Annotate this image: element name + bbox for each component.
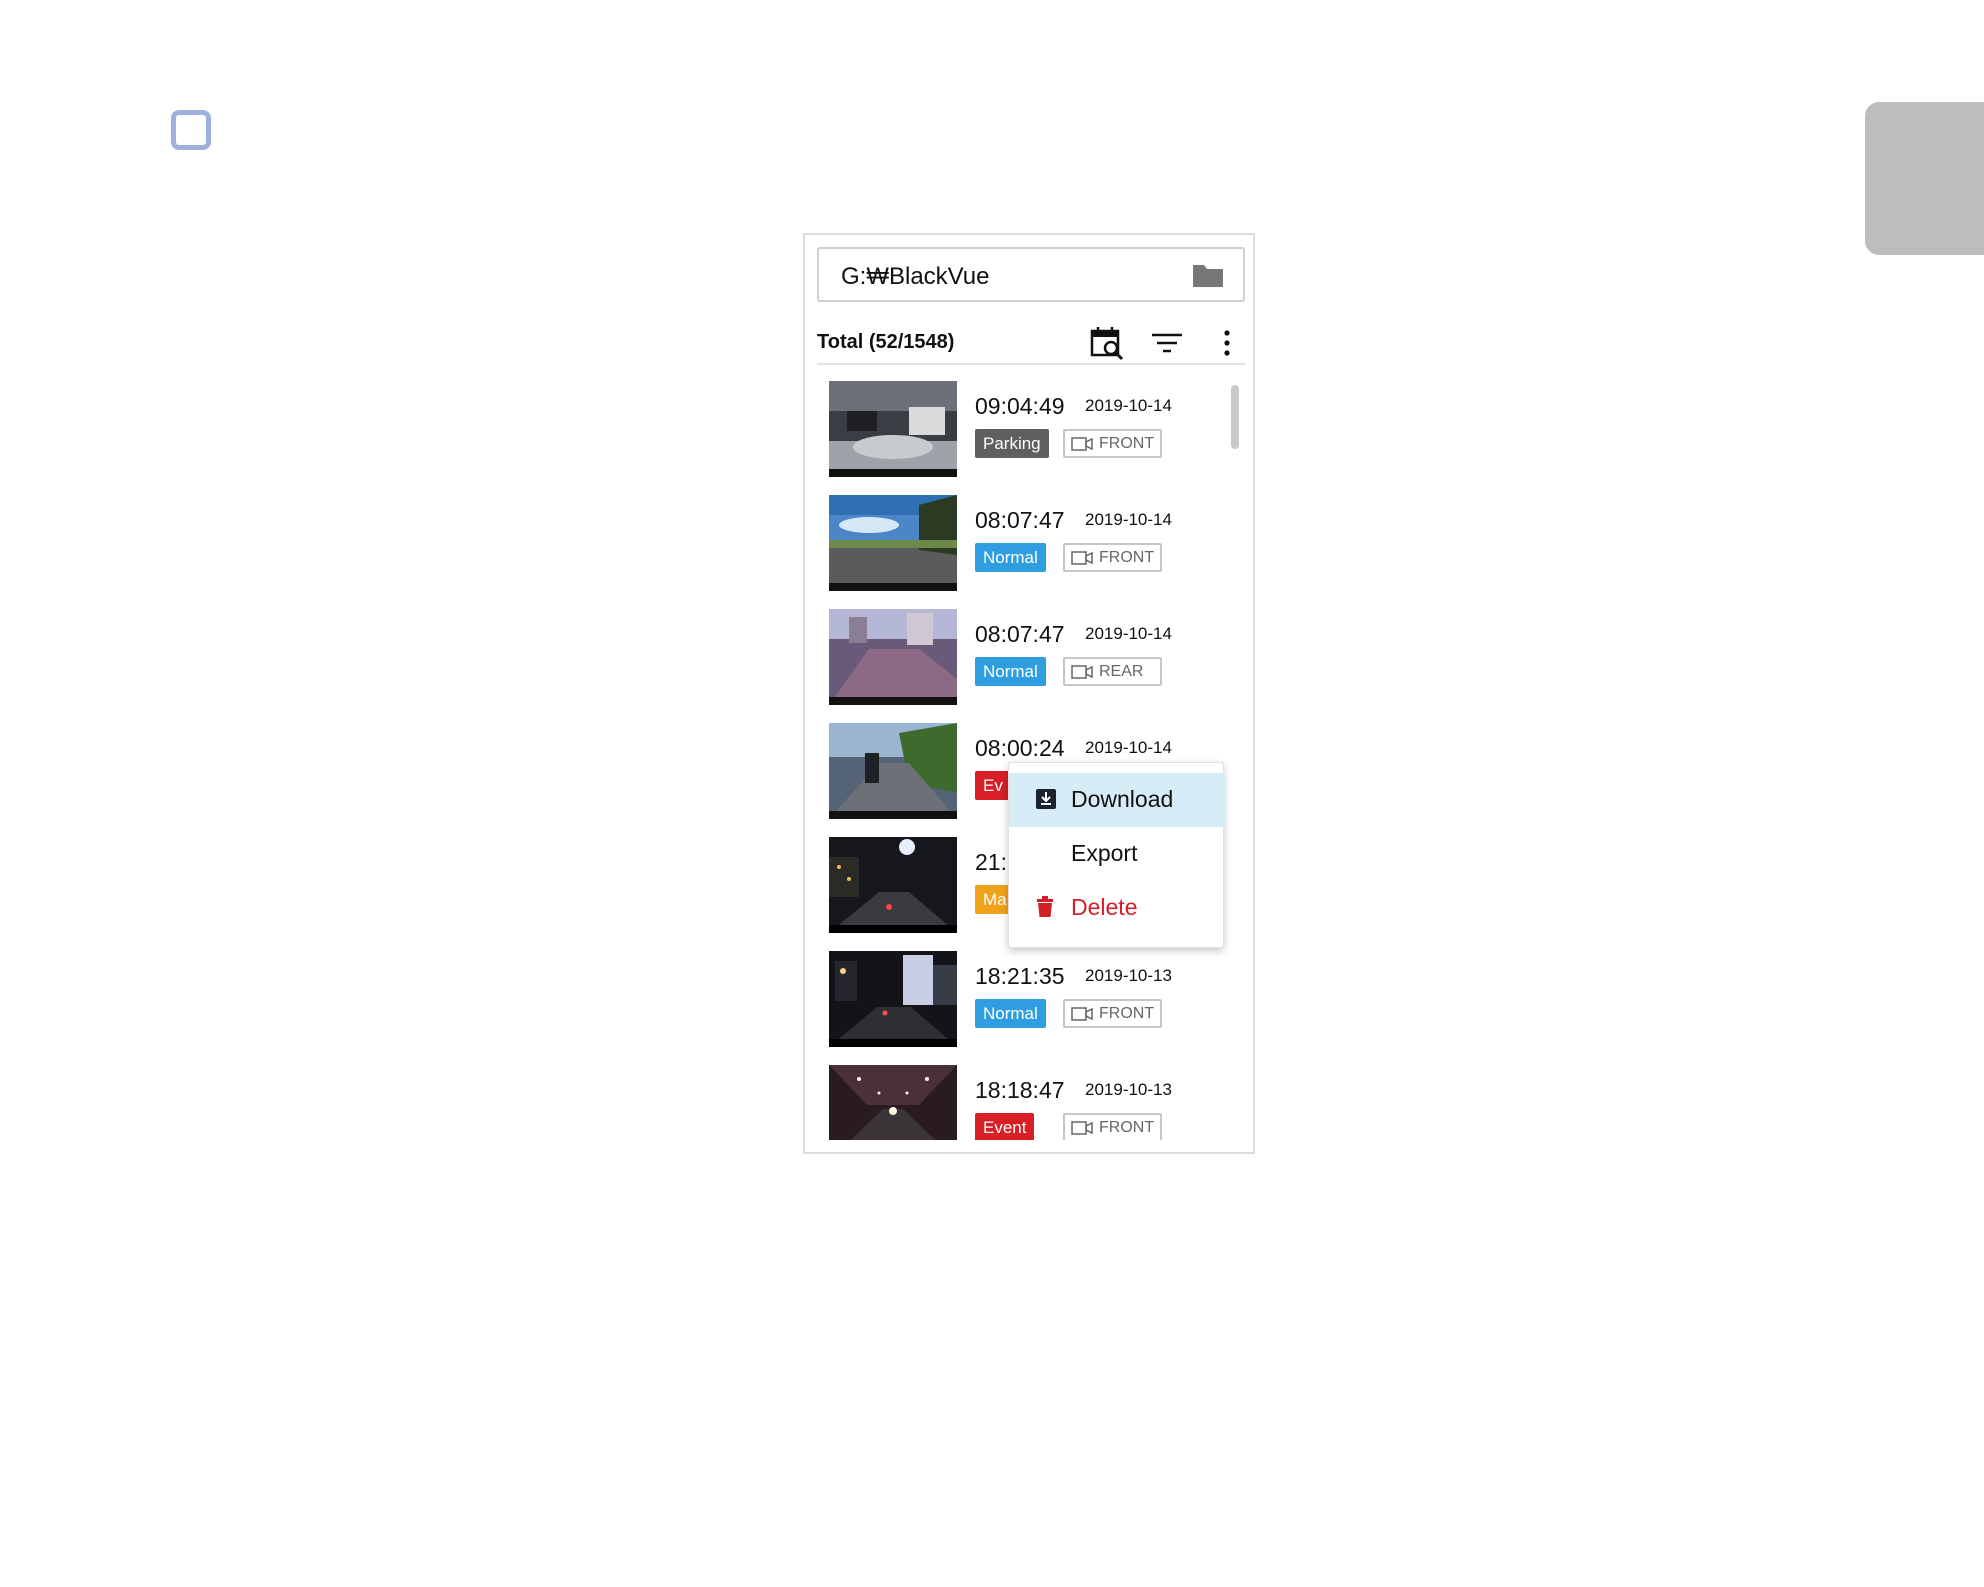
record-date: 2019-10-14 <box>1085 738 1172 757</box>
type-badge: Parking <box>975 429 1049 458</box>
calendar-search-icon[interactable] <box>1089 325 1125 361</box>
record-date: 2019-10-14 <box>1085 624 1172 643</box>
camera-tag: FRONT <box>1063 1113 1162 1140</box>
record-time: 18:18:47 <box>975 1077 1065 1103</box>
download-menu-item[interactable]: Download <box>1009 773 1225 827</box>
camera-label: FRONT <box>1099 435 1155 452</box>
video-thumbnail <box>829 381 957 477</box>
scrollbar-thumb[interactable] <box>1231 385 1239 449</box>
list-item[interactable]: 18:21:35 2019-10-13 Normal FRONT <box>817 945 1227 1047</box>
camera-label: FRONT <box>1099 549 1155 566</box>
record-date: 2019-10-13 <box>1085 966 1172 985</box>
export-menu-item[interactable]: Export <box>1009 827 1225 881</box>
type-badge: Ev <box>975 771 1011 800</box>
camera-icon <box>1071 551 1093 565</box>
video-thumbnail <box>829 723 957 819</box>
more-options-icon[interactable] <box>1209 325 1245 361</box>
camera-tag: REAR <box>1063 657 1162 686</box>
record-date: 2019-10-14 <box>1085 510 1172 529</box>
record-date: 2019-10-14 <box>1085 396 1172 415</box>
recording-list: 09:04:49 2019-10-14 Parking FRONT 08:07:… <box>817 375 1227 1140</box>
download-label: Download <box>1071 786 1174 812</box>
record-time: 18:21:35 <box>975 963 1065 989</box>
video-thumbnail <box>829 609 957 705</box>
record-time: 08:07:47 <box>975 621 1065 647</box>
record-time: 09:04:49 <box>975 393 1065 419</box>
record-time: 08:00:24 <box>975 735 1065 761</box>
trash-icon <box>1037 896 1053 917</box>
list-item[interactable]: 18:18:47 2019-10-13 Event FRONT <box>817 1059 1227 1140</box>
camera-icon <box>1071 1121 1093 1135</box>
camera-label: FRONT <box>1099 1119 1155 1136</box>
camera-icon <box>1071 437 1093 451</box>
side-tab <box>1865 102 1984 255</box>
list-item[interactable]: 08:07:47 2019-10-14 Normal REAR <box>817 603 1227 705</box>
camera-label: FRONT <box>1099 1005 1155 1022</box>
record-date: 2019-10-13 <box>1085 1080 1172 1099</box>
camera-tag: FRONT <box>1063 999 1162 1028</box>
folder-icon[interactable] <box>1191 261 1225 289</box>
export-label: Export <box>1071 840 1138 866</box>
video-thumbnail <box>829 1065 957 1140</box>
video-thumbnail <box>829 951 957 1047</box>
list-toolbar: Total (52/1548) <box>817 321 1245 365</box>
type-badge: Normal <box>975 543 1046 572</box>
video-thumbnail <box>829 837 957 933</box>
camera-tag: FRONT <box>1063 543 1162 572</box>
total-count: Total (52/1548) <box>817 331 955 353</box>
context-menu: Download Export Delete <box>1008 762 1225 948</box>
list-item[interactable]: 08:07:47 2019-10-14 Normal FRONT <box>817 489 1227 591</box>
delete-label: Delete <box>1071 894 1138 920</box>
recordings-panel: G:₩BlackVue Total (52/1548) 09:04:49 201… <box>803 233 1255 1154</box>
video-thumbnail <box>829 495 957 591</box>
camera-icon <box>1071 1007 1093 1021</box>
download-icon <box>1036 789 1056 809</box>
camera-label: REAR <box>1099 663 1144 680</box>
record-time: 21: <box>975 849 1007 875</box>
checkbox-icon <box>171 110 211 150</box>
path-bar[interactable]: G:₩BlackVue <box>817 247 1245 302</box>
filter-icon[interactable] <box>1149 325 1185 361</box>
camera-tag: FRONT <box>1063 429 1162 458</box>
list-scrollbar[interactable] <box>1231 375 1239 1140</box>
record-time: 08:07:47 <box>975 507 1065 533</box>
path-text: G:₩BlackVue <box>841 263 990 290</box>
type-badge: Normal <box>975 999 1046 1028</box>
list-item[interactable]: 09:04:49 2019-10-14 Parking FRONT <box>817 375 1227 477</box>
camera-icon <box>1071 665 1093 679</box>
type-badge: Normal <box>975 657 1046 686</box>
type-badge: Event <box>975 1113 1035 1140</box>
delete-menu-item[interactable]: Delete <box>1009 881 1225 935</box>
